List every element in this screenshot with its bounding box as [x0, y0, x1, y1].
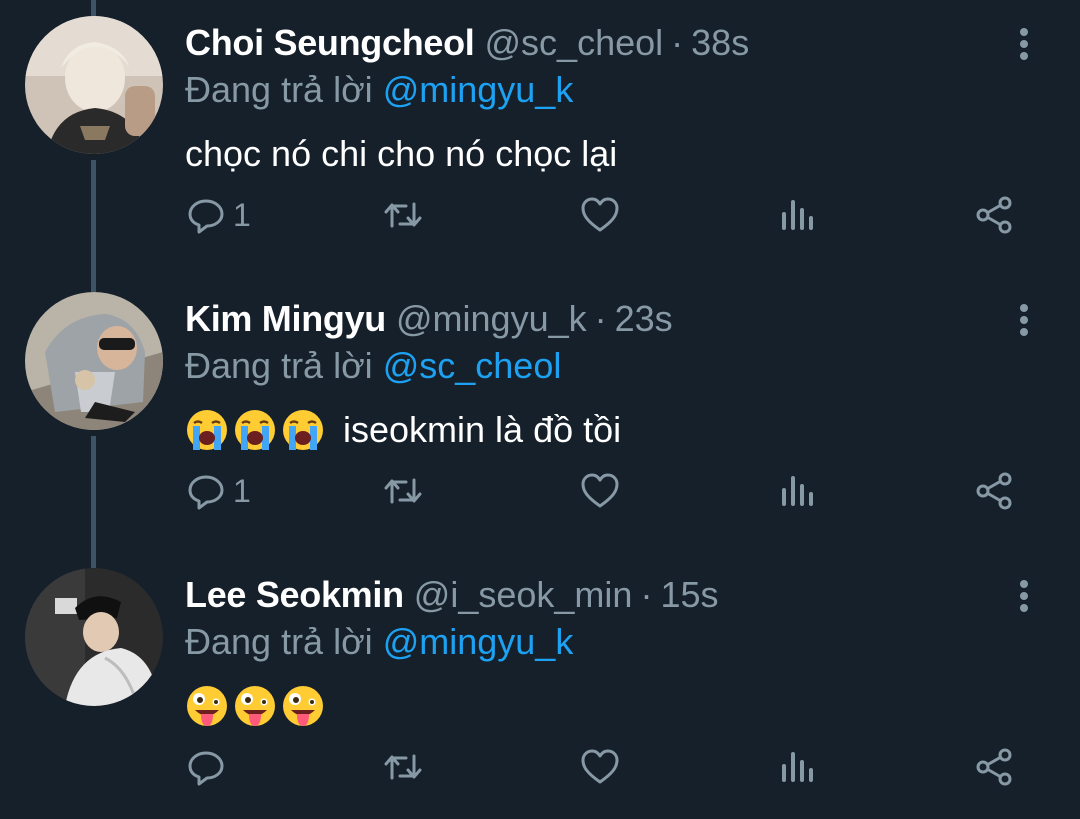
reply-button[interactable]: 1 — [185, 190, 251, 240]
analytics-button[interactable] — [776, 742, 818, 792]
reply-icon — [188, 199, 224, 234]
separator: · — [640, 574, 653, 615]
avatar[interactable] — [25, 568, 163, 706]
more-icon[interactable] — [1012, 576, 1036, 616]
reply-prefix: Đang trả lời — [185, 621, 373, 662]
tweet-text: chọc nó chi cho nó chọc lại — [185, 132, 617, 176]
display-name[interactable]: Choi Seungcheol — [185, 21, 475, 65]
more-icon[interactable] — [1012, 300, 1036, 340]
user-handle[interactable]: @mingyu_k — [396, 297, 587, 341]
tweet[interactable]: Lee Seokmin @i_seok_min · 15s Đang trả l… — [0, 552, 1080, 819]
like-icon — [581, 749, 619, 784]
timestamp[interactable]: 38s — [691, 21, 749, 65]
tweet-text: iseokmin là đồ tồi — [185, 408, 621, 452]
display-name[interactable]: Lee Seokmin — [185, 573, 404, 617]
emoji-group — [185, 408, 329, 452]
tweet-actions: 1 — [0, 190, 1080, 240]
tweet-feed: Choi Seungcheol @sc_cheol · 38s Đang trả… — [0, 0, 1080, 819]
analytics-button[interactable] — [776, 466, 818, 516]
share-icon — [976, 748, 1012, 786]
separator: · — [594, 298, 607, 339]
reply-target-link[interactable]: @sc_cheol — [383, 345, 562, 386]
separator: · — [671, 22, 684, 63]
reply-icon — [188, 751, 224, 786]
reply-button[interactable]: 1 — [185, 466, 251, 516]
loudly-crying-face-icon — [281, 408, 325, 452]
retweet-icon — [384, 202, 422, 228]
reply-icon — [188, 475, 224, 510]
retweet-icon — [384, 478, 422, 504]
reply-target-link[interactable]: @mingyu_k — [383, 69, 574, 110]
more-icon[interactable] — [1012, 24, 1036, 64]
share-icon — [976, 472, 1012, 510]
tweet-text — [185, 684, 343, 728]
analytics-icon — [782, 200, 813, 230]
like-button[interactable] — [579, 190, 621, 240]
retweet-button[interactable] — [382, 742, 424, 792]
tweet-body: iseokmin là đồ tồi — [343, 409, 622, 450]
display-name[interactable]: Kim Mingyu — [185, 297, 386, 341]
share-button[interactable] — [973, 742, 1015, 792]
like-button[interactable] — [579, 466, 621, 516]
reply-count: 1 — [233, 472, 251, 509]
reply-target-link[interactable]: @mingyu_k — [383, 621, 574, 662]
loudly-crying-face-icon — [185, 408, 229, 452]
like-icon — [581, 473, 619, 508]
share-button[interactable] — [973, 466, 1015, 516]
share-button[interactable] — [973, 190, 1015, 240]
like-icon — [581, 197, 619, 232]
reply-prefix: Đang trả lời — [185, 69, 373, 110]
reply-prefix: Đang trả lời — [185, 345, 373, 386]
loudly-crying-face-icon — [233, 408, 277, 452]
reply-count: 1 — [233, 196, 251, 233]
retweet-icon — [384, 754, 422, 780]
reply-context: Đang trả lời @sc_cheol — [185, 344, 561, 388]
avatar[interactable] — [25, 292, 163, 430]
like-button[interactable] — [579, 742, 621, 792]
zany-face-icon — [185, 684, 229, 728]
reply-context: Đang trả lời @mingyu_k — [185, 68, 573, 112]
timestamp[interactable]: 15s — [660, 573, 718, 617]
share-icon — [976, 196, 1012, 234]
retweet-button[interactable] — [382, 190, 424, 240]
emoji-group — [185, 684, 329, 728]
tweet-actions: 1 — [0, 466, 1080, 516]
avatar[interactable] — [25, 16, 163, 154]
reply-button[interactable] — [185, 742, 233, 792]
retweet-button[interactable] — [382, 466, 424, 516]
zany-face-icon — [233, 684, 277, 728]
analytics-icon — [782, 476, 813, 506]
timestamp[interactable]: 23s — [615, 297, 673, 341]
zany-face-icon — [281, 684, 325, 728]
user-handle[interactable]: @sc_cheol — [485, 21, 664, 65]
analytics-button[interactable] — [776, 190, 818, 240]
tweet-body: chọc nó chi cho nó chọc lại — [185, 133, 618, 174]
tweet[interactable]: Choi Seungcheol @sc_cheol · 38s Đang trả… — [0, 0, 1080, 276]
user-handle[interactable]: @i_seok_min — [414, 573, 633, 617]
tweet-actions — [0, 742, 1080, 792]
tweet[interactable]: Kim Mingyu @mingyu_k · 23s Đang trả lời … — [0, 276, 1080, 552]
reply-context: Đang trả lời @mingyu_k — [185, 620, 573, 664]
analytics-icon — [782, 752, 813, 782]
